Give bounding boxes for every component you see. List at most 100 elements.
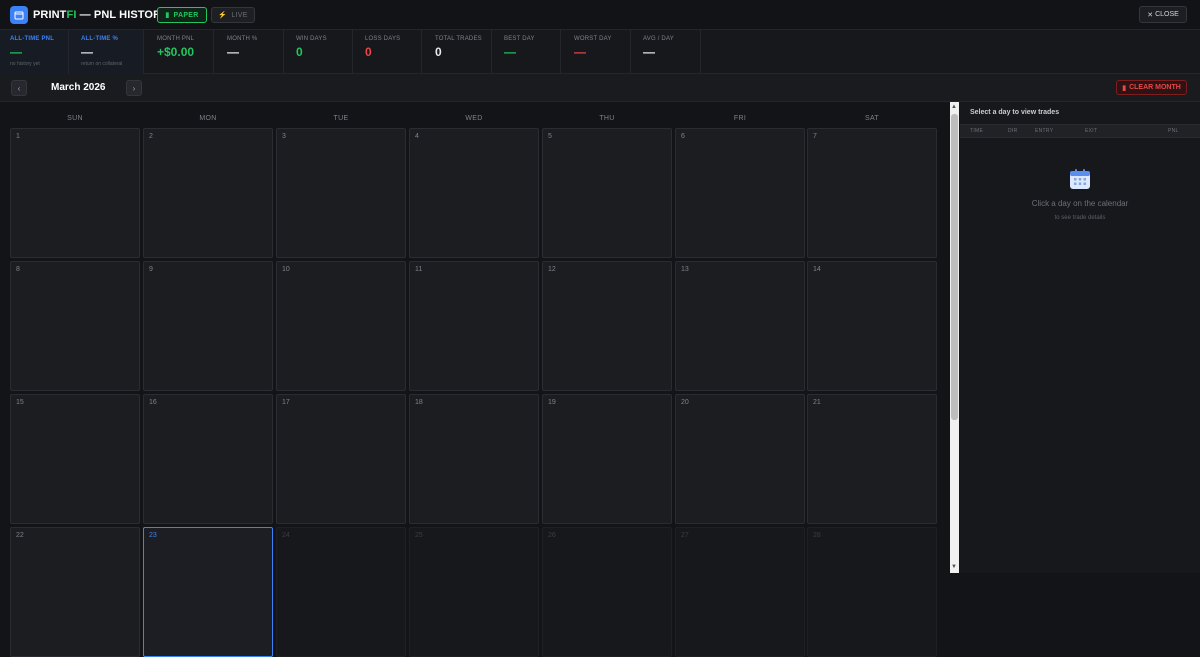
weekday-header-thu: THU: [599, 115, 615, 122]
calendar-day-cell[interactable]: 21: [807, 394, 937, 524]
calendar-day-cell[interactable]: 2: [143, 128, 273, 258]
calendar-day-cell[interactable]: 3: [276, 128, 406, 258]
month-navigation: ‹ March 2026 ›: [0, 74, 1200, 102]
clear-month-label: CLEAR MONTH: [1129, 84, 1181, 91]
calendar-day-cell[interactable]: 6: [675, 128, 805, 258]
trades-table-header: TIME DIR ENTRY EXIT PNL: [960, 124, 1200, 138]
live-mode-label: LIVE: [231, 11, 248, 19]
calendar-day-number: 18: [415, 399, 423, 406]
calendar-day-cell[interactable]: 20: [675, 394, 805, 524]
app-title: PRINTFI — PNL HISTORY: [33, 9, 169, 21]
calendar-day-cell[interactable]: 22: [10, 527, 140, 657]
weekday-header-mon: MON: [199, 115, 217, 122]
column-header-dir: DIR: [1008, 128, 1018, 134]
column-header-pnl: PNL: [1168, 128, 1179, 134]
empty-state-message: Click a day on the calendar: [1031, 199, 1129, 208]
stat-all-time-pct: ALL-TIME % — return on collateral: [69, 30, 144, 74]
calendar-day-cell[interactable]: 12: [542, 261, 672, 391]
calendar-day-cell[interactable]: 5: [542, 128, 672, 258]
next-month-button[interactable]: ›: [126, 80, 142, 96]
stat-total-trades: TOTAL TRADES 0: [422, 30, 492, 74]
calendar-icon: [10, 6, 28, 24]
calendar-day-number: 28: [813, 532, 821, 539]
stat-value: 0: [296, 45, 303, 59]
calendar-day-cell[interactable]: 13: [675, 261, 805, 391]
calendar-day-cell[interactable]: 19: [542, 394, 672, 524]
stat-value: 0: [435, 45, 442, 59]
stat-sub: return on collateral: [81, 61, 123, 67]
calendar-day-number: 17: [282, 399, 290, 406]
calendar-day-cell[interactable]: 4: [409, 128, 539, 258]
calendar-day-number: 27: [681, 532, 689, 539]
calendar-day-cell[interactable]: 27: [675, 527, 805, 657]
calendar-scrollbar[interactable]: ▲ ▼: [950, 102, 959, 573]
calendar-day-number: 10: [282, 266, 290, 273]
scroll-thumb[interactable]: [951, 114, 958, 420]
trash-icon: ▮: [1122, 84, 1127, 92]
column-header-exit: EXIT: [1085, 128, 1098, 134]
calendar-day-cell[interactable]: 17: [276, 394, 406, 524]
calendar-day-number: 13: [681, 266, 689, 273]
paper-mode-label: PAPER: [173, 11, 199, 19]
calendar-day-number: 11: [415, 266, 423, 273]
calendar-day-cell[interactable]: 9: [143, 261, 273, 391]
calendar-day-number: 26: [548, 532, 556, 539]
calendar-day-cell[interactable]: 8: [10, 261, 140, 391]
stat-label: MONTH %: [227, 36, 258, 42]
stat-value: —: [81, 45, 93, 59]
weekday-header-sun: SUN: [67, 115, 83, 122]
stat-value: —: [504, 45, 516, 59]
calendar-grid: SUN MON TUE WED THU FRI SAT 1 2 3 4 5 6 7 8 9 10 11 12 13 14…: [0, 102, 950, 657]
close-button[interactable]: ✕ CLOSE: [1139, 6, 1187, 23]
prev-month-button[interactable]: ‹: [11, 80, 27, 96]
live-mode-button[interactable]: ⚡ LIVE: [211, 7, 255, 23]
app-header: PRINTFI — PNL HISTORY ▮ PAPER ⚡ LIVE ✕ C…: [0, 0, 1200, 30]
calendar-day-cell[interactable]: 26: [542, 527, 672, 657]
stat-value: 0: [365, 45, 372, 59]
calendar-day-cell[interactable]: 7: [807, 128, 937, 258]
calendar-day-cell[interactable]: 28: [807, 527, 937, 657]
stat-label: WIN DAYS: [296, 36, 327, 42]
calendar-day-cell[interactable]: 18: [409, 394, 539, 524]
calendar-day-cell[interactable]: 15: [10, 394, 140, 524]
calendar-day-cell[interactable]: 11: [409, 261, 539, 391]
calendar-day-number: 8: [16, 266, 20, 273]
stat-label: ALL-TIME %: [81, 36, 118, 42]
calendar-day-cell[interactable]: 10: [276, 261, 406, 391]
scroll-down-arrow-icon[interactable]: ▼: [951, 564, 957, 570]
calendar-icon: [1070, 169, 1090, 189]
paper-mode-button[interactable]: ▮ PAPER: [157, 7, 207, 23]
calendar-day-cell[interactable]: 25: [409, 527, 539, 657]
weekday-header-wed: WED: [465, 115, 483, 122]
stat-avg-day: AVG / DAY —: [631, 30, 701, 74]
stat-month-pnl: MONTH PNL +$0.00: [144, 30, 214, 74]
calendar-day-cell[interactable]: 16: [143, 394, 273, 524]
column-header-time: TIME: [970, 128, 984, 134]
stat-best-day: BEST DAY —: [492, 30, 561, 74]
calendar-day-cell[interactable]: 23: [143, 527, 273, 657]
scroll-up-arrow-icon[interactable]: ▲: [951, 104, 957, 110]
calendar-day-cell[interactable]: 24: [276, 527, 406, 657]
calendar-day-number: 9: [149, 266, 153, 273]
calendar-day-number: 6: [681, 133, 685, 140]
stat-label: ALL-TIME PNL: [10, 36, 55, 42]
stat-label: LOSS DAYS: [365, 36, 401, 42]
calendar-day-number: 20: [681, 399, 689, 406]
lightning-icon: ⚡: [218, 12, 228, 19]
stat-all-time-pnl: ALL-TIME PNL — no history yet: [0, 30, 69, 74]
weekday-header-fri: FRI: [733, 115, 747, 122]
calendar-day-cell[interactable]: 14: [807, 261, 937, 391]
calendar-day-cell[interactable]: 1: [10, 128, 140, 258]
stat-sub: no history yet: [10, 61, 40, 67]
stat-value: —: [227, 45, 239, 59]
calendar-day-number: 12: [548, 266, 556, 273]
calendar-day-number: 7: [813, 133, 817, 140]
stat-value: —: [643, 45, 655, 59]
calendar-day-number: 14: [813, 266, 821, 273]
calendar-day-number: 22: [16, 532, 24, 539]
calendar-day-number: 3: [282, 133, 286, 140]
stat-label: BEST DAY: [504, 36, 535, 42]
clear-month-button[interactable]: ▮ CLEAR MONTH: [1116, 80, 1187, 95]
stat-label: MONTH PNL: [157, 36, 195, 42]
calendar-day-number: 19: [548, 399, 556, 406]
